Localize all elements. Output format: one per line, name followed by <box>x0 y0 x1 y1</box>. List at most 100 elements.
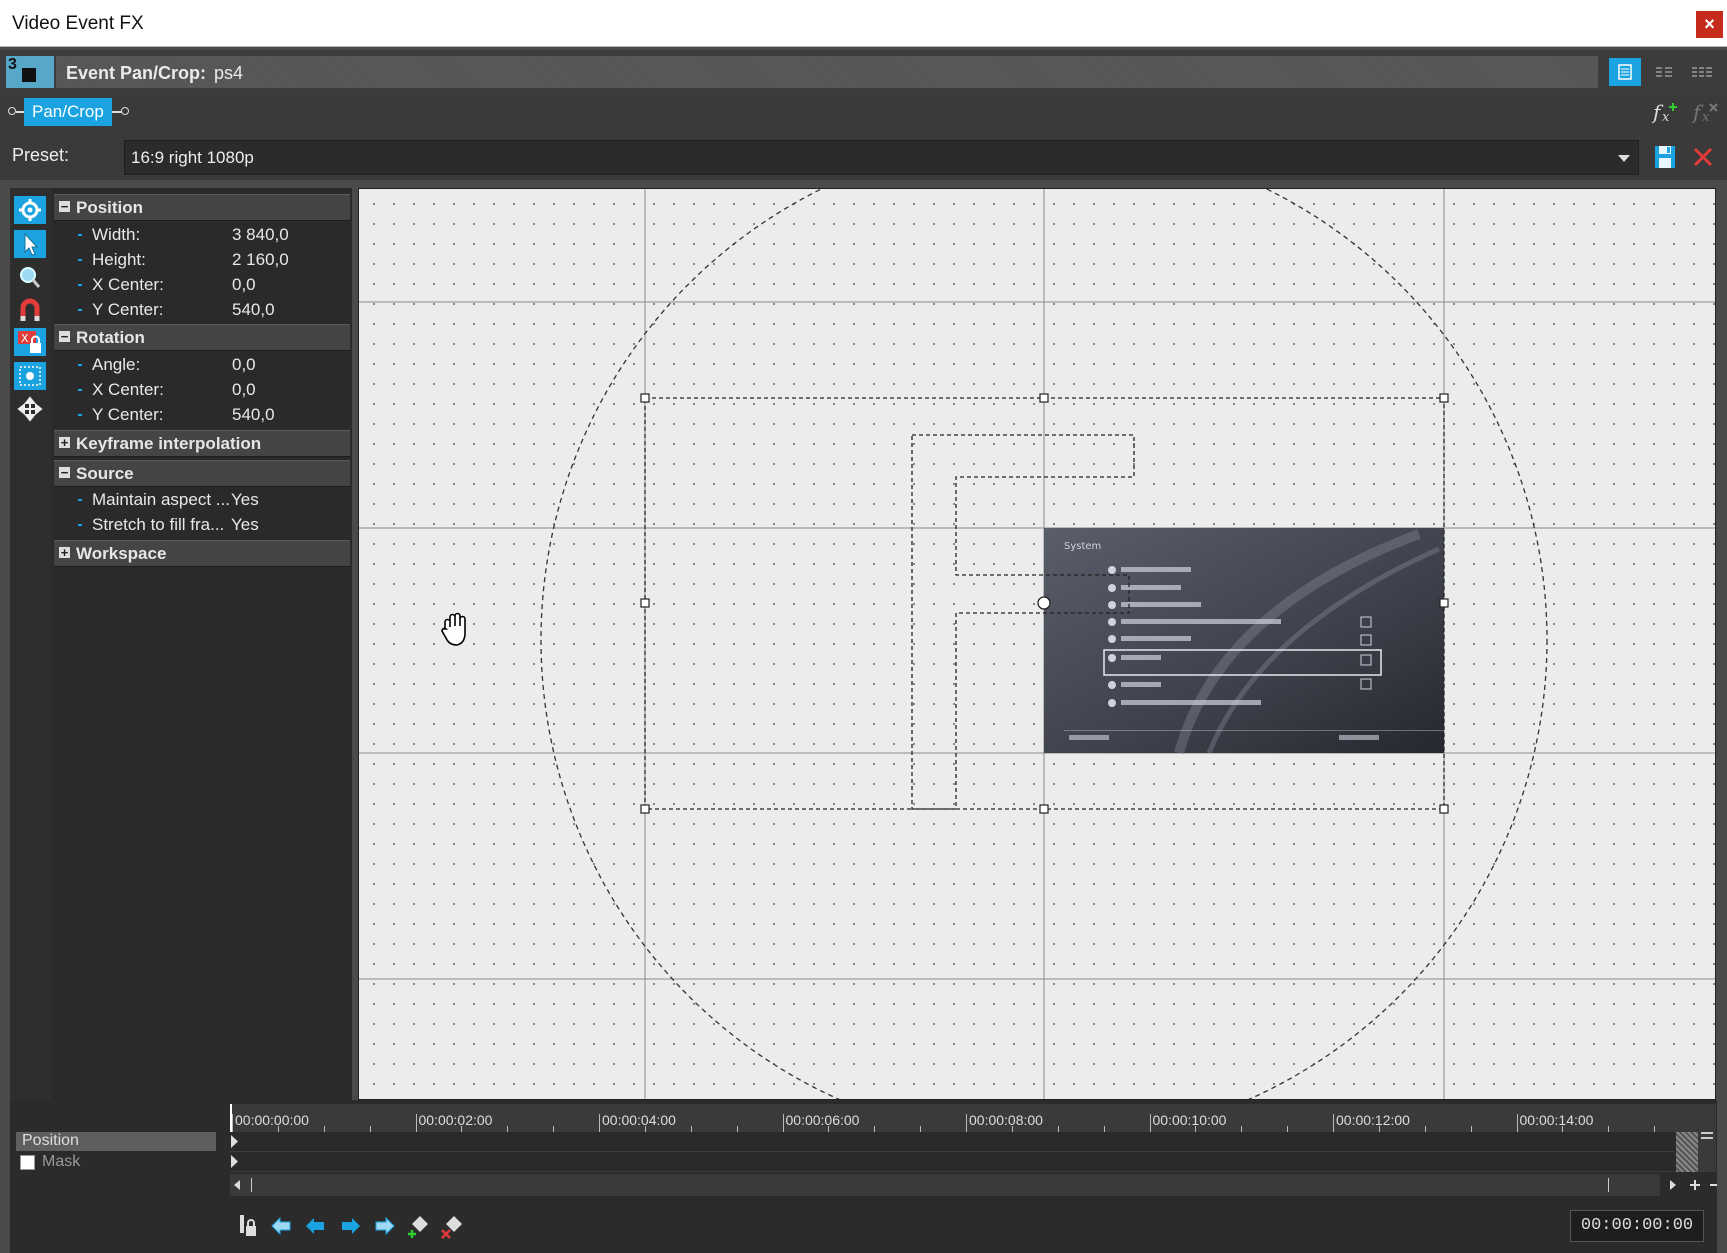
position-track[interactable] <box>230 1132 1674 1152</box>
prop-value[interactable]: Yes <box>231 515 259 535</box>
next-keyframe-icon[interactable] <box>336 1212 364 1240</box>
delete-keyframe-icon[interactable] <box>438 1212 466 1240</box>
prop-label: Width: <box>92 225 141 244</box>
prop-label: Y Center: <box>92 405 164 424</box>
ruler-tick-label: 00:00:00:00 <box>235 1112 309 1128</box>
pan-crop-canvas[interactable]: System <box>358 188 1716 1100</box>
svg-text:X: X <box>21 332 29 345</box>
preset-value: 16:9 right 1080p <box>131 148 254 167</box>
event-name: ps4 <box>214 63 244 83</box>
plugin-label-text: Event Pan/Crop: <box>66 63 207 83</box>
triple-view-button[interactable] <box>1686 58 1718 86</box>
timecode-display[interactable]: 00:00:00:00 <box>1570 1210 1704 1242</box>
keyframe-marker-icon <box>231 1135 238 1148</box>
zoom-in-button[interactable] <box>1684 1174 1706 1196</box>
prop-row-rot-x-center[interactable]: X Center: 0,0 <box>52 377 352 402</box>
move-icon[interactable] <box>14 395 46 423</box>
columns-view-icon <box>1656 67 1672 77</box>
prev-keyframe-icon[interactable] <box>302 1212 330 1240</box>
zoom-out-button[interactable] <box>1710 1174 1717 1196</box>
prop-row-stretch-fill[interactable]: Stretch to fill fra... Yes <box>52 512 352 537</box>
collapse-icon[interactable]: − <box>59 200 70 213</box>
window-title: Video Event FX <box>12 13 144 34</box>
prop-row-x-center[interactable]: X Center: 0,0 <box>52 272 352 297</box>
delete-preset-icon[interactable] <box>1688 142 1718 172</box>
section-title: Keyframe interpolation <box>76 434 262 453</box>
last-keyframe-icon[interactable] <box>370 1212 398 1240</box>
prop-value[interactable]: 0,0 <box>232 275 256 295</box>
magnet-icon[interactable] <box>14 296 46 324</box>
lock-aspect-icon[interactable]: X <box>14 328 46 356</box>
bullet <box>78 524 82 526</box>
center-handle <box>1037 596 1051 610</box>
prop-row-y-center[interactable]: Y Center: 540,0 <box>52 297 352 322</box>
playhead-cursor[interactable] <box>230 1104 232 1132</box>
preset-label: Preset: <box>12 145 70 165</box>
collapse-icon[interactable]: − <box>59 466 70 479</box>
prop-value[interactable]: 0,0 <box>232 355 256 375</box>
scroll-right-button[interactable] <box>1662 1174 1684 1196</box>
add-keyframe-icon[interactable] <box>404 1212 432 1240</box>
timeline-scrollbar[interactable] <box>230 1174 1660 1196</box>
plugin-label: Event Pan/Crop: ps4 <box>66 63 243 84</box>
time-ruler[interactable]: 00:00:00:00 00:00:02:00 00:00:04:00 00:00:0… <box>230 1104 1700 1132</box>
section-keyframe-interpolation[interactable]: + Keyframe interpolation <box>54 430 350 457</box>
expand-icon[interactable]: + <box>59 436 70 449</box>
plugin-icon: 3 <box>6 56 54 88</box>
plus-icon <box>1690 1180 1700 1190</box>
bullet <box>78 259 82 261</box>
chain-line <box>16 111 24 113</box>
collapse-icon[interactable]: − <box>59 330 70 343</box>
double-view-button[interactable] <box>1648 58 1680 86</box>
header-strip <box>56 56 1598 88</box>
preset-dropdown[interactable]: 16:9 right 1080p <box>124 140 1639 175</box>
ruler-tick-label: 00:00:08:00 <box>969 1112 1043 1128</box>
ruler-tick-line <box>782 1114 784 1132</box>
section-source[interactable]: − Source <box>54 460 350 487</box>
prop-row-width[interactable]: Width: 3 840,0 <box>52 222 352 247</box>
section-title: Workspace <box>76 544 167 563</box>
prop-value[interactable]: 3 840,0 <box>232 225 289 245</box>
tab-pan-crop[interactable]: Pan/Crop <box>24 98 112 126</box>
chain-end-node <box>121 107 129 115</box>
bullet <box>78 284 82 286</box>
expand-icon[interactable]: + <box>59 546 70 559</box>
prop-value[interactable]: Yes <box>231 490 259 510</box>
vertical-scroll[interactable] <box>1698 1104 1716 1172</box>
bullet <box>78 364 82 366</box>
prop-row-height[interactable]: Height: 2 160,0 <box>52 247 352 272</box>
close-button[interactable]: × <box>1696 11 1723 38</box>
ruler-tick-line <box>1149 1114 1151 1132</box>
grid-lines <box>359 189 1715 1099</box>
single-view-button[interactable] <box>1609 58 1641 86</box>
section-workspace[interactable]: + Workspace <box>54 540 350 567</box>
fx-remove-icon[interactable]: fx <box>1690 98 1720 126</box>
prop-value[interactable]: 0,0 <box>232 380 256 400</box>
mask-track[interactable] <box>230 1152 1674 1172</box>
section-rotation[interactable]: − Rotation <box>54 324 350 351</box>
plugin-chain: Pan/Crop fx fx <box>0 94 1727 132</box>
prop-value[interactable]: 540,0 <box>232 405 275 425</box>
track-mask-label[interactable]: Mask <box>16 1153 216 1172</box>
ruler-tick-line <box>966 1114 967 1132</box>
track-position-label[interactable]: Position <box>16 1132 216 1151</box>
prop-value[interactable]: 540,0 <box>232 300 275 320</box>
bullet <box>78 234 82 236</box>
first-keyframe-icon[interactable] <box>268 1212 296 1240</box>
prop-row-rot-y-center[interactable]: Y Center: 540,0 <box>52 402 352 427</box>
fx-add-icon[interactable]: fx <box>1650 98 1680 126</box>
sync-cursor-icon[interactable] <box>234 1212 262 1240</box>
prop-row-angle[interactable]: Angle: 0,0 <box>52 352 352 377</box>
prop-row-maintain-aspect[interactable]: Maintain aspect ... Yes <box>52 487 352 512</box>
hand-cursor-icon <box>439 611 475 649</box>
center-icon[interactable] <box>14 362 46 390</box>
prop-value[interactable]: 2 160,0 <box>232 250 289 270</box>
ruler-tick-line <box>599 1114 600 1132</box>
bullet <box>78 414 82 416</box>
arrow-cursor-icon[interactable] <box>14 230 46 258</box>
zoom-icon[interactable] <box>14 263 46 291</box>
settings-icon[interactable] <box>14 196 46 224</box>
save-preset-icon[interactable] <box>1650 142 1680 172</box>
mask-checkbox[interactable] <box>20 1155 35 1170</box>
section-position[interactable]: − Position <box>54 194 350 221</box>
